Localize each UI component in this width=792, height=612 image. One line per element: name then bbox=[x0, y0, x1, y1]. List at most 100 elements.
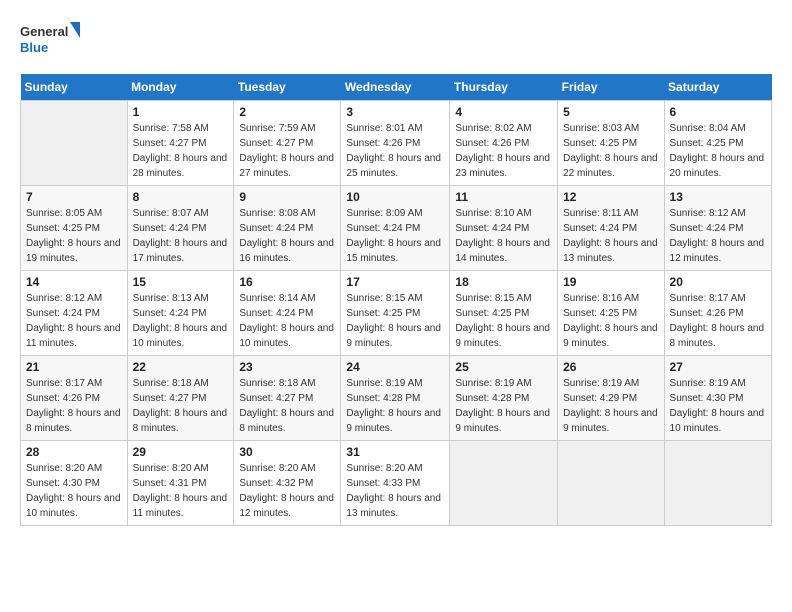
calendar-cell: 1 Sunrise: 7:58 AMSunset: 4:27 PMDaylight… bbox=[127, 101, 234, 186]
calendar-cell: 2 Sunrise: 7:59 AMSunset: 4:27 PMDaylight… bbox=[234, 101, 341, 186]
day-info: Sunrise: 8:19 AMSunset: 4:29 PMDaylight:… bbox=[563, 376, 658, 436]
day-info: Sunrise: 8:19 AMSunset: 4:30 PMDaylight:… bbox=[670, 376, 766, 436]
day-number: 27 bbox=[670, 360, 766, 374]
calendar-cell bbox=[450, 441, 558, 526]
day-info: Sunrise: 8:20 AMSunset: 4:33 PMDaylight:… bbox=[346, 461, 444, 521]
col-header-wednesday: Wednesday bbox=[341, 74, 450, 101]
day-info: Sunrise: 8:09 AMSunset: 4:24 PMDaylight:… bbox=[346, 206, 444, 266]
day-info: Sunrise: 8:20 AMSunset: 4:30 PMDaylight:… bbox=[26, 461, 122, 521]
calendar-cell: 25Sunrise: 8:19 AMSunset: 4:28 PMDayligh… bbox=[450, 356, 558, 441]
col-header-thursday: Thursday bbox=[450, 74, 558, 101]
calendar-cell: 19 Sunrise: 8:16 AMSunset: 4:25 PMDayligh… bbox=[558, 271, 664, 356]
page-header: General Blue bbox=[20, 20, 772, 64]
day-number: 7 bbox=[26, 190, 122, 204]
day-info: Sunrise: 8:16 AMSunset: 4:25 PMDaylight:… bbox=[563, 291, 658, 351]
day-number: 28 bbox=[26, 445, 122, 459]
calendar-cell: 7 Sunrise: 8:05 AMSunset: 4:25 PMDaylight… bbox=[21, 186, 128, 271]
calendar-cell: 24Sunrise: 8:19 AMSunset: 4:28 PMDayligh… bbox=[341, 356, 450, 441]
calendar-cell: 5Sunrise: 8:03 AMSunset: 4:25 PMDaylight… bbox=[558, 101, 664, 186]
calendar-cell: 4 Sunrise: 8:02 AMSunset: 4:26 PMDaylight… bbox=[450, 101, 558, 186]
logo: General Blue bbox=[20, 20, 80, 64]
day-info: Sunrise: 8:15 AMSunset: 4:25 PMDaylight:… bbox=[346, 291, 444, 351]
calendar-week-row: 7 Sunrise: 8:05 AMSunset: 4:25 PMDaylight… bbox=[21, 186, 772, 271]
day-info: Sunrise: 8:11 AMSunset: 4:24 PMDaylight:… bbox=[563, 206, 658, 266]
day-info: Sunrise: 8:07 AMSunset: 4:24 PMDaylight:… bbox=[133, 206, 229, 266]
day-info: Sunrise: 8:02 AMSunset: 4:26 PMDaylight:… bbox=[455, 121, 552, 181]
day-number: 6 bbox=[670, 105, 766, 119]
calendar-cell: 27 Sunrise: 8:19 AMSunset: 4:30 PMDayligh… bbox=[664, 356, 771, 441]
day-info: Sunrise: 8:05 AMSunset: 4:25 PMDaylight:… bbox=[26, 206, 122, 266]
day-number: 24 bbox=[346, 360, 444, 374]
col-header-sunday: Sunday bbox=[21, 74, 128, 101]
calendar-cell: 17 Sunrise: 8:15 AMSunset: 4:25 PMDayligh… bbox=[341, 271, 450, 356]
day-info: Sunrise: 8:13 AMSunset: 4:24 PMDaylight:… bbox=[133, 291, 229, 351]
calendar-cell: 10 Sunrise: 8:09 AMSunset: 4:24 PMDayligh… bbox=[341, 186, 450, 271]
calendar-cell: 26 Sunrise: 8:19 AMSunset: 4:29 PMDayligh… bbox=[558, 356, 664, 441]
calendar-cell: 9 Sunrise: 8:08 AMSunset: 4:24 PMDaylight… bbox=[234, 186, 341, 271]
day-info: Sunrise: 8:18 AMSunset: 4:27 PMDaylight:… bbox=[239, 376, 335, 436]
day-number: 25 bbox=[455, 360, 552, 374]
logo-svg: General Blue bbox=[20, 20, 80, 64]
day-number: 9 bbox=[239, 190, 335, 204]
calendar-week-row: 14 Sunrise: 8:12 AMSunset: 4:24 PMDayligh… bbox=[21, 271, 772, 356]
day-number: 17 bbox=[346, 275, 444, 289]
calendar-cell: 18Sunrise: 8:15 AMSunset: 4:25 PMDayligh… bbox=[450, 271, 558, 356]
day-number: 30 bbox=[239, 445, 335, 459]
day-number: 19 bbox=[563, 275, 658, 289]
svg-text:General: General bbox=[20, 24, 68, 39]
col-header-friday: Friday bbox=[558, 74, 664, 101]
day-number: 15 bbox=[133, 275, 229, 289]
calendar-cell: 31 Sunrise: 8:20 AMSunset: 4:33 PMDayligh… bbox=[341, 441, 450, 526]
day-info: Sunrise: 8:20 AMSunset: 4:31 PMDaylight:… bbox=[133, 461, 229, 521]
calendar-cell: 29 Sunrise: 8:20 AMSunset: 4:31 PMDayligh… bbox=[127, 441, 234, 526]
calendar-cell: 3Sunrise: 8:01 AMSunset: 4:26 PMDaylight… bbox=[341, 101, 450, 186]
calendar-cell: 6 Sunrise: 8:04 AMSunset: 4:25 PMDaylight… bbox=[664, 101, 771, 186]
day-info: Sunrise: 8:08 AMSunset: 4:24 PMDaylight:… bbox=[239, 206, 335, 266]
calendar-week-row: 1 Sunrise: 7:58 AMSunset: 4:27 PMDaylight… bbox=[21, 101, 772, 186]
calendar-week-row: 21Sunrise: 8:17 AMSunset: 4:26 PMDayligh… bbox=[21, 356, 772, 441]
day-info: Sunrise: 8:14 AMSunset: 4:24 PMDaylight:… bbox=[239, 291, 335, 351]
calendar-week-row: 28 Sunrise: 8:20 AMSunset: 4:30 PMDayligh… bbox=[21, 441, 772, 526]
day-number: 3 bbox=[346, 105, 444, 119]
day-number: 1 bbox=[133, 105, 229, 119]
calendar-cell: 30 Sunrise: 8:20 AMSunset: 4:32 PMDayligh… bbox=[234, 441, 341, 526]
calendar-cell: 11 Sunrise: 8:10 AMSunset: 4:24 PMDayligh… bbox=[450, 186, 558, 271]
day-info: Sunrise: 8:20 AMSunset: 4:32 PMDaylight:… bbox=[239, 461, 335, 521]
day-info: Sunrise: 8:04 AMSunset: 4:25 PMDaylight:… bbox=[670, 121, 766, 181]
day-info: Sunrise: 8:03 AMSunset: 4:25 PMDaylight:… bbox=[563, 121, 658, 181]
day-info: Sunrise: 7:58 AMSunset: 4:27 PMDaylight:… bbox=[133, 121, 229, 181]
col-header-tuesday: Tuesday bbox=[234, 74, 341, 101]
day-number: 21 bbox=[26, 360, 122, 374]
day-info: Sunrise: 8:12 AMSunset: 4:24 PMDaylight:… bbox=[670, 206, 766, 266]
calendar-cell bbox=[21, 101, 128, 186]
day-info: Sunrise: 8:12 AMSunset: 4:24 PMDaylight:… bbox=[26, 291, 122, 351]
col-header-saturday: Saturday bbox=[664, 74, 771, 101]
col-header-monday: Monday bbox=[127, 74, 234, 101]
calendar-cell: 22 Sunrise: 8:18 AMSunset: 4:27 PMDayligh… bbox=[127, 356, 234, 441]
calendar-header-row: SundayMondayTuesdayWednesdayThursdayFrid… bbox=[21, 74, 772, 101]
day-info: Sunrise: 8:10 AMSunset: 4:24 PMDaylight:… bbox=[455, 206, 552, 266]
day-number: 2 bbox=[239, 105, 335, 119]
day-number: 10 bbox=[346, 190, 444, 204]
calendar-cell bbox=[558, 441, 664, 526]
day-number: 31 bbox=[346, 445, 444, 459]
day-number: 14 bbox=[26, 275, 122, 289]
calendar-cell: 12Sunrise: 8:11 AMSunset: 4:24 PMDayligh… bbox=[558, 186, 664, 271]
calendar-cell: 13 Sunrise: 8:12 AMSunset: 4:24 PMDayligh… bbox=[664, 186, 771, 271]
day-info: Sunrise: 8:17 AMSunset: 4:26 PMDaylight:… bbox=[670, 291, 766, 351]
day-number: 23 bbox=[239, 360, 335, 374]
day-number: 20 bbox=[670, 275, 766, 289]
day-number: 26 bbox=[563, 360, 658, 374]
day-number: 22 bbox=[133, 360, 229, 374]
calendar-table: SundayMondayTuesdayWednesdayThursdayFrid… bbox=[20, 74, 772, 526]
day-info: Sunrise: 8:18 AMSunset: 4:27 PMDaylight:… bbox=[133, 376, 229, 436]
calendar-cell bbox=[664, 441, 771, 526]
day-number: 13 bbox=[670, 190, 766, 204]
calendar-cell: 16Sunrise: 8:14 AMSunset: 4:24 PMDayligh… bbox=[234, 271, 341, 356]
calendar-cell: 14 Sunrise: 8:12 AMSunset: 4:24 PMDayligh… bbox=[21, 271, 128, 356]
day-number: 29 bbox=[133, 445, 229, 459]
day-number: 4 bbox=[455, 105, 552, 119]
day-info: Sunrise: 7:59 AMSunset: 4:27 PMDaylight:… bbox=[239, 121, 335, 181]
calendar-cell: 21Sunrise: 8:17 AMSunset: 4:26 PMDayligh… bbox=[21, 356, 128, 441]
day-number: 11 bbox=[455, 190, 552, 204]
